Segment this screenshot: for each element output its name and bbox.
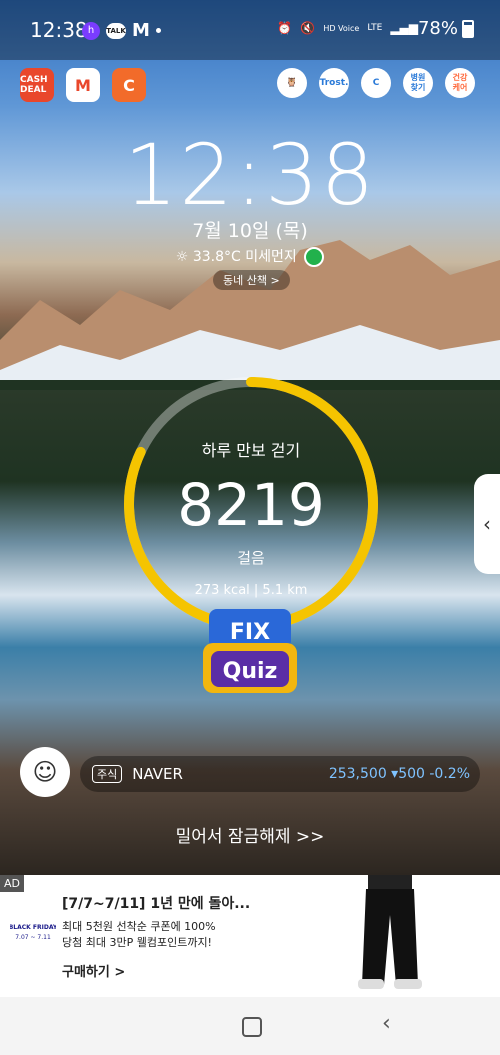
weather-row: ☼ 33.8°C 미세먼지 [0, 246, 500, 267]
unlock-hint[interactable]: 밀어서 잠금해제 >> [0, 822, 500, 847]
svg-text:BLACK FRIDAY: BLACK FRIDAY [10, 924, 56, 931]
lock-date: 7월 10일 (목) [192, 220, 308, 242]
alarm-icon: ⏰ [277, 21, 293, 35]
mail-icon: M [132, 20, 150, 41]
side-panel-handle[interactable]: ‹ [474, 474, 500, 574]
ad-desc-line1: 최대 5천원 선착순 쿠폰에 100% [62, 920, 216, 933]
battery-icon [462, 20, 474, 38]
owl-icon[interactable]: 🦉 [277, 68, 307, 98]
stock-name: NAVER [132, 765, 183, 783]
c-app-shortcut[interactable]: C [112, 68, 146, 102]
weather-text: 33.8°C 미세먼지 [192, 249, 297, 265]
stock-value: 253,500 ▾500 -0.2% [328, 766, 470, 782]
step-count: 8219 [177, 471, 325, 539]
step-unit: 걸음 [237, 549, 265, 567]
home-button[interactable] [242, 1017, 262, 1037]
signal-icon: ▂▄▆ [390, 21, 418, 35]
ad-cta-button[interactable]: 구매하기 > [62, 961, 125, 980]
c-shortcut-icon[interactable]: C [361, 68, 391, 98]
navigation-bar: ‹ [0, 997, 500, 1055]
fix-quiz-icon[interactable]: FIX Quiz [201, 605, 299, 697]
trost-shortcut[interactable]: Trost. [319, 68, 349, 98]
app-notification-icon: h [82, 21, 100, 40]
right-shortcuts: 🦉 Trost. C 병원 찾기 건강 케어 [277, 68, 475, 102]
battery-level: 78% [418, 18, 474, 39]
ad-title: [7/7~7/11] 1년 만에 돌아... [62, 896, 251, 912]
stock-tag: 주식 [92, 765, 123, 783]
walk-stats: 273 kcal | 5.1 km [194, 583, 308, 598]
lte-label: LTE [367, 23, 383, 33]
quiz-top-text: FIX [230, 620, 270, 645]
jeans-product-image [358, 875, 422, 989]
air-quality-icon [304, 247, 325, 267]
status-time: 12:38 [30, 18, 88, 42]
more-dot-icon [155, 28, 161, 33]
m-app-shortcut[interactable]: M [66, 68, 100, 102]
notification-icons: h TALK M [82, 20, 161, 41]
ad-desc-line2: 당첨 최대 3만P 웰컴포인트까지! [62, 936, 212, 949]
ad-description: 최대 5천원 선착순 쿠폰에 100% 당첨 최대 3만P 웰컴포인트까지! [62, 919, 216, 951]
pedometer-title: 하루 만보 걷기 [201, 441, 301, 460]
quiz-bottom-text: Quiz [223, 659, 278, 684]
hospital-shortcut[interactable]: 병원 찾기 [403, 68, 433, 98]
blackfriday-logo: BLACK FRIDAY 7.07 ~ 7.11 [10, 911, 56, 951]
chevron-left-icon: ‹ [483, 512, 491, 536]
battery-text: 78% [417, 18, 458, 39]
health-shortcut[interactable]: 건강 케어 [445, 68, 475, 98]
stock-ticker[interactable]: 주식 NAVER 253,500 ▾500 -0.2% [80, 756, 480, 792]
avatar[interactable]: ☺ [20, 747, 70, 797]
svg-text:7.07 ~ 7.11: 7.07 ~ 7.11 [15, 934, 51, 941]
walk-link[interactable]: 동네 산책 > [213, 270, 290, 290]
volte-label: HD Voice [323, 23, 360, 33]
pedometer-widget[interactable]: 하루 만보 걷기 8219 걸음 273 kcal | 5.1 km [122, 375, 380, 633]
system-icons: ⏰ 🔇 HD Voice LTE ▂▄▆ [277, 21, 418, 35]
mute-icon: 🔇 [300, 21, 316, 35]
lock-clock: 12:38 [123, 126, 377, 224]
kakaotalk-icon: TALK [106, 22, 126, 39]
status-bar: 12:38 h TALK M ⏰ 🔇 HD Voice LTE ▂▄▆ 78% [0, 0, 500, 60]
ad-badge: AD [0, 875, 24, 892]
cashdeal-shortcut[interactable]: CASH DEAL [20, 68, 54, 102]
back-button[interactable]: ‹ [382, 1011, 391, 1036]
ad-banner[interactable]: AD BLACK FRIDAY 7.07 ~ 7.11 [7/7~7/11] 1… [0, 875, 500, 997]
sun-icon: ☼ [175, 249, 189, 265]
left-shortcuts: CASH DEAL M C [20, 68, 146, 102]
